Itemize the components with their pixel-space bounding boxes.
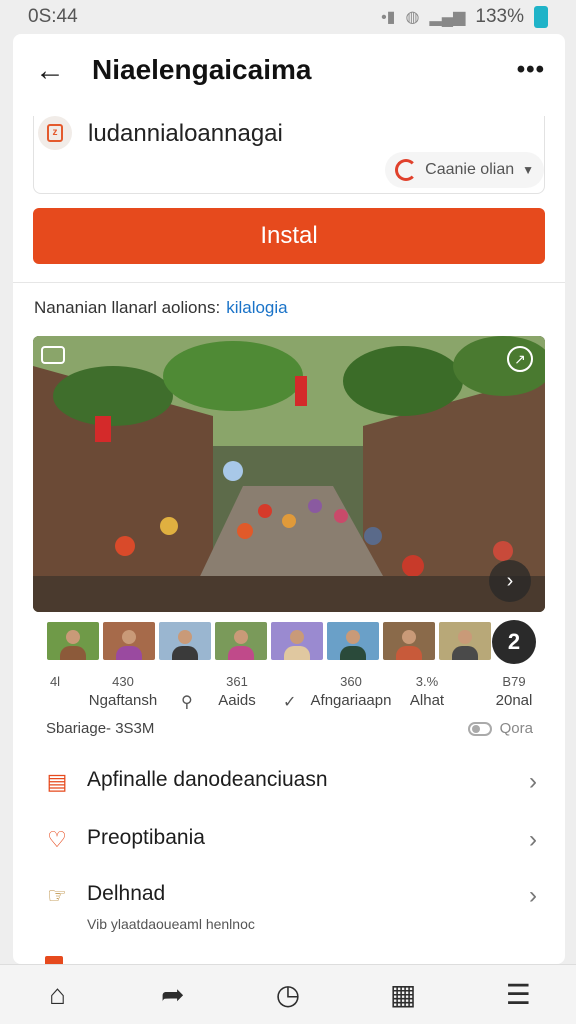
app-header: ← Niaelengaicaima •••: [13, 34, 565, 114]
menu-item-details[interactable]: ▤ Apfinalle danodeanciuasn ›: [13, 756, 565, 812]
wifi-icon: ◍: [405, 9, 420, 26]
share-icon[interactable]: ➦: [143, 970, 203, 1020]
book-icon[interactable]: ▦: [373, 970, 433, 1020]
menu-item-peek: [45, 956, 63, 964]
status-bar: 0S:44 •▮ ◍ ▂▄▆ 133%: [0, 0, 576, 34]
menu-item-sublabel: Vib ylaatdaoueaml henlnoc: [87, 916, 255, 932]
app-detail-sheet: ← Niaelengaicaima ••• z ludannialoannaga…: [13, 34, 565, 964]
chevron-down-icon: ▼: [522, 163, 534, 177]
toggle-icon: [467, 721, 492, 736]
stat-label: Afngariaapn: [310, 692, 392, 709]
check-icon: ✓: [283, 694, 297, 711]
chevron-right-icon: ›: [529, 882, 537, 909]
menu-item-download[interactable]: ☞ Delhnad Vib ylaatdaoueaml henlnoc ›: [13, 870, 565, 950]
info-line: Nananian llanarl aolions: kilalogia: [34, 298, 288, 318]
thumbnail[interactable]: [47, 622, 99, 660]
divider: [13, 282, 565, 283]
thumbnail[interactable]: [327, 622, 379, 660]
stat-item: 4l: [33, 674, 77, 692]
signal-icon: ▂▄▆: [429, 9, 466, 26]
app-info-card: z ludannialoannagai Caanie olian ▼: [33, 116, 545, 194]
battery-icon: [534, 6, 548, 28]
stat-value: 3.%: [415, 674, 439, 689]
stat-value: 361: [226, 674, 248, 689]
stat-value: 360: [340, 674, 362, 689]
more-icon[interactable]: •••: [517, 56, 545, 84]
stat-item: 361 Aaids: [207, 674, 267, 709]
developer-selector[interactable]: Caanie olian ▼: [385, 152, 544, 188]
info-text: Nananian llanarl aolions:: [34, 298, 221, 317]
app-name: ludannialoannagai: [88, 120, 283, 147]
chevron-right-icon: ›: [529, 768, 537, 795]
stat-item: B79 20nal: [483, 674, 545, 709]
stat-item: 360 Afngariaapn: [299, 674, 403, 709]
menu-item-label: Preoptibania: [87, 826, 205, 849]
menu-item-label: Apfinalle danodeanciuasn: [87, 768, 328, 791]
stat-label: Alhat: [409, 692, 445, 709]
stat-label: Aaids: [218, 692, 256, 709]
list-icon: ▤: [46, 769, 68, 794]
hero-tag-icon: [41, 346, 65, 364]
app-icon: z: [38, 116, 72, 150]
search-icon: ⚲: [181, 694, 193, 711]
stat-item: 3.% Alhat: [401, 674, 453, 709]
status-icons: •▮ ◍ ▂▄▆ 133%: [381, 6, 548, 28]
thumbnail[interactable]: [383, 622, 435, 660]
menu-item-label: Delhnad: [87, 882, 166, 905]
thumbnail[interactable]: [271, 622, 323, 660]
screenshot-count-badge[interactable]: 2: [492, 620, 536, 664]
page-title: Niaelengaicaima: [92, 54, 312, 85]
developer-logo-icon: [395, 159, 418, 181]
back-arrow-icon[interactable]: ←: [35, 54, 69, 88]
thumbnail[interactable]: [103, 622, 155, 660]
menu-item-favorites[interactable]: ♡ Preoptibania ›: [13, 814, 565, 870]
stat-label: Ngaftansh: [88, 692, 158, 709]
thumbnail-strip: [47, 622, 527, 662]
info-link[interactable]: kilalogia: [226, 298, 287, 317]
stat-value: B79: [502, 674, 526, 689]
heart-icon: ♡: [47, 827, 67, 852]
status-time: 0S:44: [28, 6, 78, 27]
next-screenshot-icon[interactable]: ›: [489, 560, 531, 602]
clock-icon[interactable]: ◷: [258, 970, 318, 1020]
home-icon[interactable]: ⌂: [28, 970, 88, 1020]
hero-image: [33, 336, 545, 612]
developer-name: Caanie olian: [425, 161, 515, 178]
hero-screenshot[interactable]: ↗ ›: [33, 336, 545, 612]
thumbnail[interactable]: [439, 622, 491, 660]
bottom-nav: ⌂ ➦ ◷ ▦ ☰: [0, 964, 576, 1024]
stats-row: 4l 430 Ngaftansh ⚲ 361 Aaids ✓ 360 Afnga…: [33, 674, 545, 714]
battery-percent: 133%: [475, 6, 524, 27]
bluetooth-icon: •▮: [381, 9, 396, 26]
sub-toggle-label: Qora: [499, 720, 533, 737]
stat-value: 430: [112, 674, 134, 689]
stat-item: 430 Ngaftansh: [77, 674, 169, 709]
install-button[interactable]: Instal: [33, 208, 545, 264]
thumbnail[interactable]: [215, 622, 267, 660]
chevron-right-icon: ›: [529, 826, 537, 853]
thumbnail[interactable]: [159, 622, 211, 660]
sub-toggle[interactable]: Qora: [467, 720, 533, 737]
stat-label: 20nal: [495, 692, 533, 709]
menu-icon[interactable]: ☰: [488, 970, 548, 1020]
storage-info: Sbariage- 3S3M: [46, 720, 155, 737]
thumb-icon: ☞: [47, 883, 67, 908]
expand-icon[interactable]: ↗: [507, 346, 533, 372]
app-logo-icon: z: [47, 124, 63, 142]
stat-value: 4l: [49, 674, 61, 689]
